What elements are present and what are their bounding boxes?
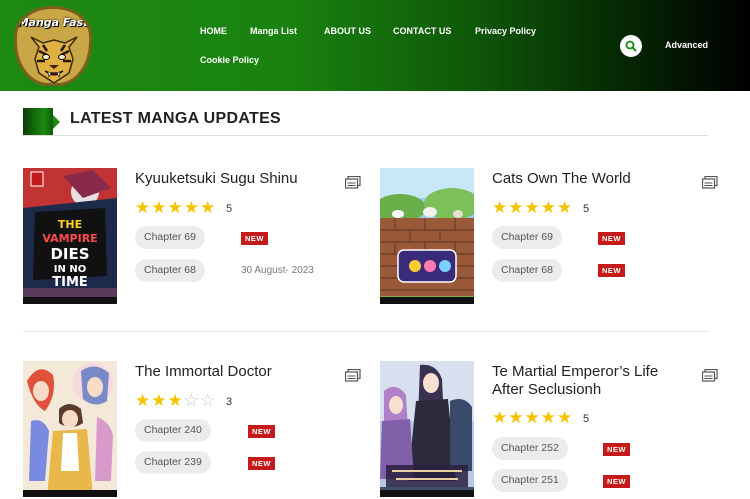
nav-contact-us[interactable]: CONTACT US [393, 26, 451, 36]
section-title: LATEST MANGA UPDATES [70, 110, 282, 127]
chapter-button[interactable]: Chapter 68 [135, 259, 205, 282]
cover-image [23, 361, 117, 497]
new-badge: NEW [248, 425, 275, 438]
nav-about-us[interactable]: ABOUT US [324, 26, 371, 36]
svg-text:DIES: DIES [50, 245, 89, 263]
svg-text:VAMPIRE: VAMPIRE [42, 232, 97, 245]
nav-privacy-policy[interactable]: Privacy Policy [475, 26, 536, 36]
gallery-icon[interactable] [702, 369, 718, 382]
new-badge: NEW [598, 232, 625, 245]
chapter-button[interactable]: Chapter 69 [135, 226, 205, 249]
manga-cover[interactable] [380, 168, 474, 304]
rating-value: 5 [226, 203, 233, 215]
manga-title[interactable]: Te Martial Emperor’s Life After Seclusio… [492, 363, 692, 399]
new-badge: NEW [241, 232, 268, 245]
cover-image [380, 168, 474, 304]
search-button[interactable] [620, 35, 642, 57]
svg-text:THE: THE [58, 218, 82, 231]
site-header: Manga Fast HOME Manga List ABOUT US CONT… [0, 0, 750, 91]
chapter-button[interactable]: Chapter 68 [492, 259, 562, 282]
svg-text:IN NO: IN NO [54, 264, 86, 275]
manga-card: Te Martial Emperor’s Life After Seclusio… [380, 361, 730, 499]
nav-home[interactable]: HOME [200, 26, 227, 36]
chapter-date: 30 August- 2023 [241, 265, 314, 276]
rating-value: 5 [583, 413, 590, 425]
tiger-head-icon [30, 36, 78, 83]
rating-value: 3 [226, 396, 233, 408]
rating-stars: ★★★★★ [135, 198, 217, 217]
cover-bar [23, 297, 117, 304]
manga-card: THE VAMPIRE DIES IN NO TIME Kyuuketsuki … [23, 168, 373, 318]
cover-bar [23, 490, 117, 497]
rating-value: 5 [583, 203, 590, 215]
cover-bar [380, 297, 474, 304]
new-badge: NEW [603, 475, 630, 488]
cover-image: THE VAMPIRE DIES IN NO TIME [23, 168, 117, 304]
svg-text:TIME: TIME [52, 275, 88, 290]
site-logo[interactable]: Manga Fast [14, 6, 92, 86]
section-marker [23, 108, 53, 135]
rating-stars: ★★★★★ [492, 198, 574, 217]
row-divider [23, 331, 708, 332]
manga-cover[interactable] [23, 361, 117, 497]
new-badge: NEW [598, 264, 625, 277]
manga-cover[interactable] [380, 361, 474, 497]
manga-title[interactable]: Cats Own The World [492, 170, 692, 188]
section-marker-notch [53, 115, 60, 129]
section-divider [23, 135, 708, 136]
new-badge: NEW [248, 457, 275, 470]
cover-bar [380, 490, 474, 497]
logo-text: Manga Fast [17, 16, 89, 29]
manga-title[interactable]: The Immortal Doctor [135, 363, 335, 381]
chapter-button[interactable]: Chapter 239 [135, 451, 211, 474]
nav-cookie-policy[interactable]: Cookie Policy [200, 55, 259, 65]
nav-manga-list[interactable]: Manga List [250, 26, 297, 36]
gallery-icon[interactable] [702, 176, 718, 189]
manga-cover[interactable]: THE VAMPIRE DIES IN NO TIME [23, 168, 117, 304]
search-icon [625, 40, 637, 52]
rating-stars: ★★★★★ [492, 408, 574, 427]
chapter-button[interactable]: Chapter 240 [135, 419, 211, 442]
chapter-button[interactable]: Chapter 251 [492, 469, 568, 492]
chapter-button[interactable]: Chapter 252 [492, 437, 568, 460]
manga-card: The Immortal Doctor ★★★☆☆ 3 Chapter 240 … [23, 361, 373, 499]
chapter-button[interactable]: Chapter 69 [492, 226, 562, 249]
gallery-icon[interactable] [345, 176, 361, 189]
advanced-search-link[interactable]: Advanced [665, 40, 708, 50]
manga-title[interactable]: Kyuuketsuki Sugu Shinu [135, 170, 335, 188]
manga-card: Cats Own The World ★★★★★ 5 Chapter 69 NE… [380, 168, 730, 318]
new-badge: NEW [603, 443, 630, 456]
cover-image [380, 361, 474, 497]
rating-stars: ★★★☆☆ [135, 391, 217, 410]
empty-stars: ☆☆ [183, 391, 217, 410]
gallery-icon[interactable] [345, 369, 361, 382]
